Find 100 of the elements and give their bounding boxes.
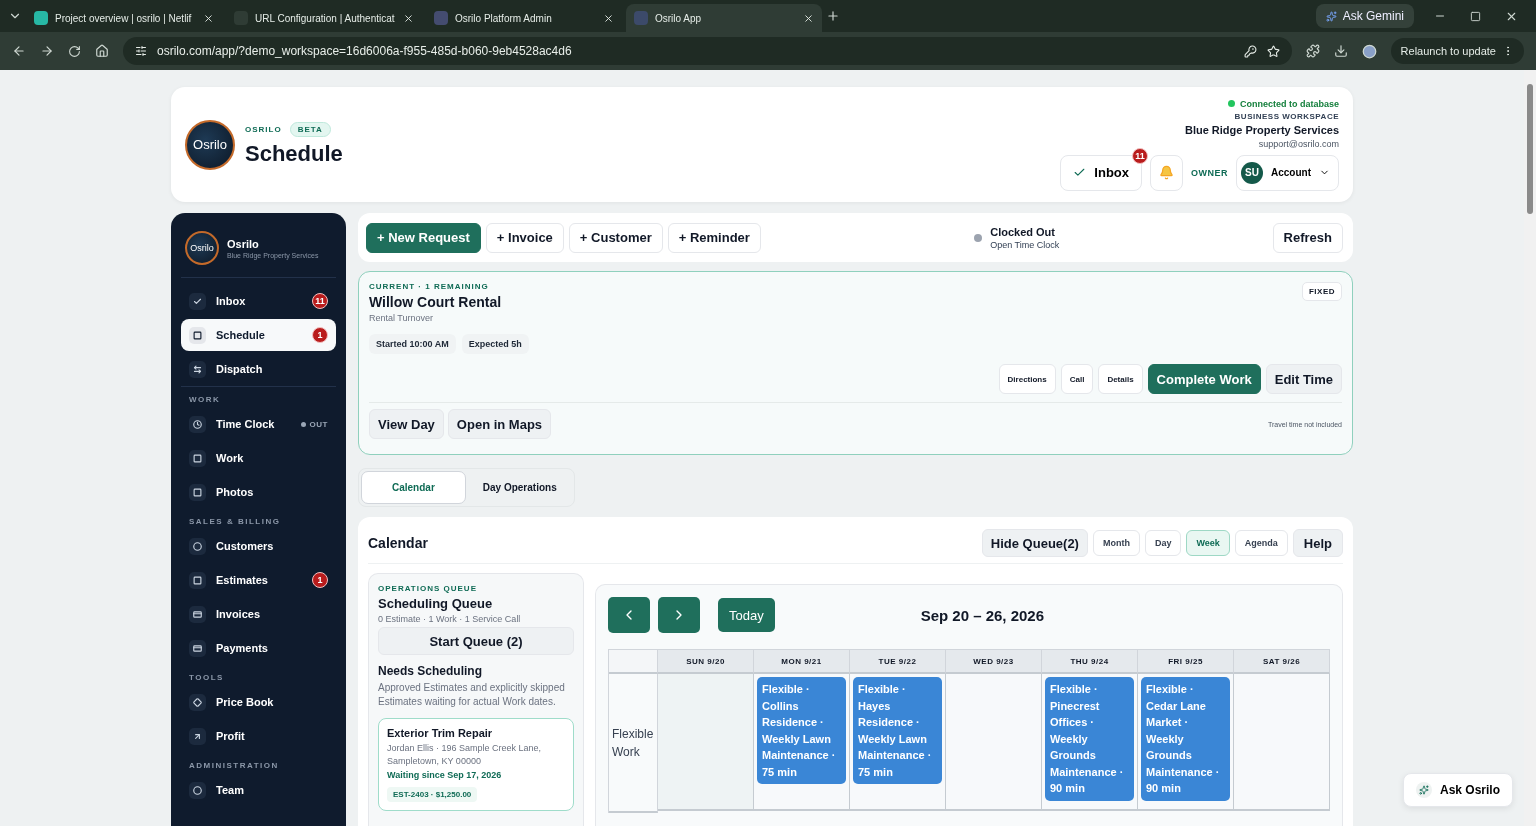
work-action-button[interactable]: Call [1060,364,1094,394]
calendar-cell[interactable] [946,674,1042,811]
today-button[interactable]: Today [718,598,775,632]
section-title: Needs Scheduling [378,664,484,678]
section-heading: ADMINISTRATION [188,760,280,772]
calendar-cell[interactable] [1234,674,1330,811]
site-settings-icon[interactable] [135,45,147,57]
browser-tab[interactable]: Osrilo App [626,4,822,32]
estimate-card[interactable]: Exterior Trim Repair Jordan Ellis · 196 Sample Creek Lane, Sampletown, KY 00000 Waiting since Sep 17, 2026 EST-2403 · $1,250.00 [378,718,574,812]
logo: Osrilo [185,119,235,170]
time-clock-link[interactable]: Open Time Clock [990,239,1060,250]
nav-item[interactable]: Invoices [181,598,336,630]
work-action-button[interactable]: Complete Work [1147,364,1261,394]
section-heading: TOOLS [188,672,225,684]
nav-item[interactable]: Time Clock OUT [181,408,336,440]
hide-queue-button[interactable]: Hide Queue(2) [981,529,1088,557]
action-button[interactable]: + Invoice [485,222,564,253]
maximize-icon[interactable] [1470,10,1481,22]
clock-status: Clocked Out [990,225,1056,238]
check-icon [1073,166,1087,179]
nav-item[interactable]: Payments [181,632,336,664]
work-action-button[interactable]: Directions [998,364,1056,394]
role-label: OWNER [1191,167,1228,178]
close-icon[interactable] [803,12,814,24]
nav-item[interactable]: Profit [181,720,336,752]
scrollbar-thumb[interactable] [1527,84,1533,214]
work-action-button[interactable]: Edit Time [1265,364,1342,394]
view-option[interactable]: Month [1092,530,1140,556]
calendar-event[interactable]: Flexible · Hayes Residence · Weekly Lawn Maintenance · 75 min [853,677,942,784]
browser-tab[interactable]: URL Configuration | Authenticat [226,4,422,32]
view-tab[interactable]: Calendar [361,471,466,504]
calendar-cell[interactable]: Flexible · Hayes Residence · Weekly Lawn Maintenance · 75 min [850,674,946,811]
action-button[interactable]: + Customer [568,222,663,253]
action-button[interactable]: + New Request [366,222,481,253]
nav-item[interactable]: Team [181,774,336,806]
work-action-button[interactable]: Details [1098,364,1143,394]
browser-tab[interactable]: Project overview | osrilo | Netlif [26,4,222,32]
info-chip: Started 10:00 AM [369,334,456,354]
back-icon[interactable] [12,44,26,58]
key-icon[interactable] [1243,44,1257,58]
relaunch-button[interactable]: Relaunch to update [1390,38,1524,64]
brand-label: OSRILO [245,125,282,134]
view-option[interactable]: Agenda [1234,530,1288,556]
estimate-title: Exterior Trim Repair [387,727,494,739]
profile-icon[interactable] [1361,43,1377,59]
calendar-cell[interactable]: Flexible · Pinecrest Offices · Weekly Grounds Maintenance · 90 min [1042,674,1138,811]
browser-tab[interactable]: Osrilo Platform Admin [426,4,622,32]
nav-item[interactable]: Photos [181,476,336,508]
nav-item[interactable]: Dispatch [181,353,336,385]
calendar-event[interactable]: Flexible · Cedar Lane Market · Weekly Grounds Maintenance · 90 min [1141,677,1230,801]
previous-button[interactable] [608,597,650,633]
day-header: FRI 9/25 [1138,649,1234,674]
calendar-cell[interactable] [658,674,754,811]
nav-item[interactable]: Estimates 1 [181,564,336,596]
calendar-cell[interactable]: Flexible · Collins Residence · Weekly Lawn Maintenance · 75 min [754,674,850,811]
extensions-icon[interactable] [1305,44,1320,58]
star-icon[interactable] [1266,44,1280,58]
forward-icon[interactable] [40,44,54,58]
close-icon[interactable] [403,12,414,24]
nav-item[interactable]: Work [181,442,336,474]
close-icon[interactable] [203,12,214,24]
nav-item[interactable]: Price Book [181,686,336,718]
status-label: OUT [309,419,328,429]
home-icon[interactable] [95,44,109,58]
help-button[interactable]: Help [1292,529,1343,557]
address-bar[interactable]: osrilo.com/app/?demo_workspace=16d6006a-f955-485d-b060-9eb4528ac4d6 [123,37,1292,65]
reload-icon[interactable] [68,44,81,58]
job-type: Rental Turnover [369,313,435,323]
count-badge: 11 [1132,147,1148,164]
beta-badge: BETA [289,122,331,137]
download-icon[interactable] [1333,44,1348,58]
view-option[interactable]: Week [1186,530,1230,556]
refresh-button[interactable]: Refresh [1272,222,1343,253]
day-header: MON 9/21 [754,649,850,674]
footer-button[interactable]: View Day [369,409,444,439]
footer-button[interactable]: Open in Maps [447,409,552,439]
view-tab[interactable]: Day Operations [467,471,572,504]
status-dot-icon [300,421,306,427]
view-option[interactable]: Day [1144,530,1182,556]
nav-item[interactable]: Schedule 1 [181,319,336,351]
nav-item[interactable]: Customers [181,530,336,562]
next-button[interactable] [658,597,700,633]
start-queue-button[interactable]: Start Queue (2) [378,627,574,655]
calendar-event[interactable]: Flexible · Pinecrest Offices · Weekly Grounds Maintenance · 90 min [1045,677,1134,801]
calendar-cell[interactable]: Flexible · Cedar Lane Market · Weekly Grounds Maintenance · 90 min [1138,674,1234,811]
action-button[interactable]: + Reminder [667,222,761,253]
calendar-event[interactable]: Flexible · Collins Residence · Weekly Lawn Maintenance · 75 min [757,677,846,784]
arrows-icon [189,360,206,378]
org-name: Osrilo [227,237,260,250]
account-button[interactable]: SU Account [1236,154,1339,191]
day-header: SUN 9/20 [658,649,754,674]
ask-gemini-button[interactable]: Ask Gemini [1315,4,1414,28]
nav-item[interactable]: Inbox 11 [181,285,336,317]
check-icon [189,292,206,310]
waiting-since: Waiting since Sep 17, 2026 [387,770,503,781]
site-icon [634,11,648,25]
close-icon[interactable] [603,12,614,24]
new-tab-icon[interactable] [826,9,840,23]
diamond-icon [189,693,206,711]
ask-assistant-button[interactable]: Ask Osrilo [1403,773,1514,807]
